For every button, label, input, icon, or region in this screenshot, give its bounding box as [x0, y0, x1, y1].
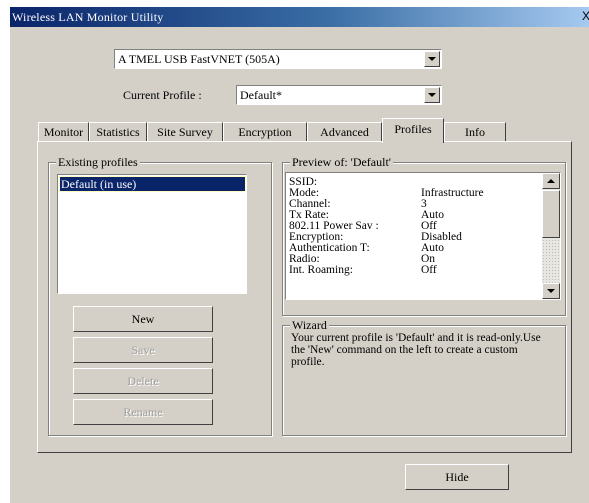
wizard-message: Your current profile is 'Default' and it… [291, 332, 541, 368]
tab-info[interactable]: Info [444, 122, 506, 142]
preview-group: Preview of: 'Default' SSID: Mode: Infrast… [282, 155, 566, 316]
existing-profiles-legend: Existing profiles [56, 155, 140, 170]
title-bar[interactable]: Wireless LAN Monitor Utility X [10, 7, 589, 27]
adapter-dropdown-button[interactable] [424, 51, 440, 67]
scroll-thumb[interactable] [542, 190, 560, 238]
scroll-up-button[interactable] [542, 173, 560, 189]
current-profile-select[interactable]: Default* [236, 85, 442, 105]
tab-statistics[interactable]: Statistics [89, 122, 147, 142]
chevron-down-icon [428, 57, 436, 61]
rename-button[interactable]: Rename [73, 399, 213, 425]
main-window: Wireless LAN Monitor Utility X A TMEL US… [9, 6, 589, 503]
wizard-group: Wizard Your current profile is 'Default'… [282, 318, 566, 436]
tab-site-survey[interactable]: Site Survey [147, 122, 223, 142]
chevron-down-icon [547, 289, 555, 293]
chevron-up-icon [547, 179, 555, 183]
current-profile-value: Default* [240, 88, 282, 102]
close-icon[interactable]: X [582, 9, 589, 23]
window-title: Wireless LAN Monitor Utility [12, 10, 164, 24]
tab-profiles[interactable]: Profiles [382, 118, 444, 143]
tab-monitor[interactable]: Monitor [38, 122, 89, 142]
tab-advanced[interactable]: Advanced [307, 122, 382, 142]
existing-profiles-group: Existing profiles Default (in use) New S… [48, 155, 272, 436]
preview-legend: Preview of: 'Default' [290, 155, 393, 170]
preview-row-roaming: Int. Roaming: Off [289, 264, 437, 276]
wizard-legend: Wizard [290, 318, 329, 333]
preview-box: SSID: Mode: Infrastructure Channel: 3 Tx R… [285, 172, 561, 300]
adapter-value: A TMEL USB FastVNET (505A) [118, 52, 280, 66]
tab-encryption[interactable]: Encryption [223, 122, 307, 142]
profiles-panel: Existing profiles Default (in use) New S… [37, 141, 572, 453]
adapter-select[interactable]: A TMEL USB FastVNET (505A) [114, 49, 442, 69]
hide-button[interactable]: Hide [405, 464, 509, 490]
preview-scrollbar[interactable] [542, 173, 560, 299]
existing-profiles-list[interactable]: Default (in use) [57, 174, 247, 294]
scroll-track[interactable] [542, 239, 560, 287]
scroll-down-button[interactable] [542, 283, 560, 299]
chevron-down-icon [428, 93, 436, 97]
save-button[interactable]: Save [73, 337, 213, 363]
new-button[interactable]: New [73, 306, 213, 332]
current-profile-label: Current Profile : [123, 88, 202, 102]
list-item[interactable]: Default (in use) [59, 176, 246, 192]
delete-button[interactable]: Delete [73, 368, 213, 394]
profile-dropdown-button[interactable] [424, 87, 440, 103]
